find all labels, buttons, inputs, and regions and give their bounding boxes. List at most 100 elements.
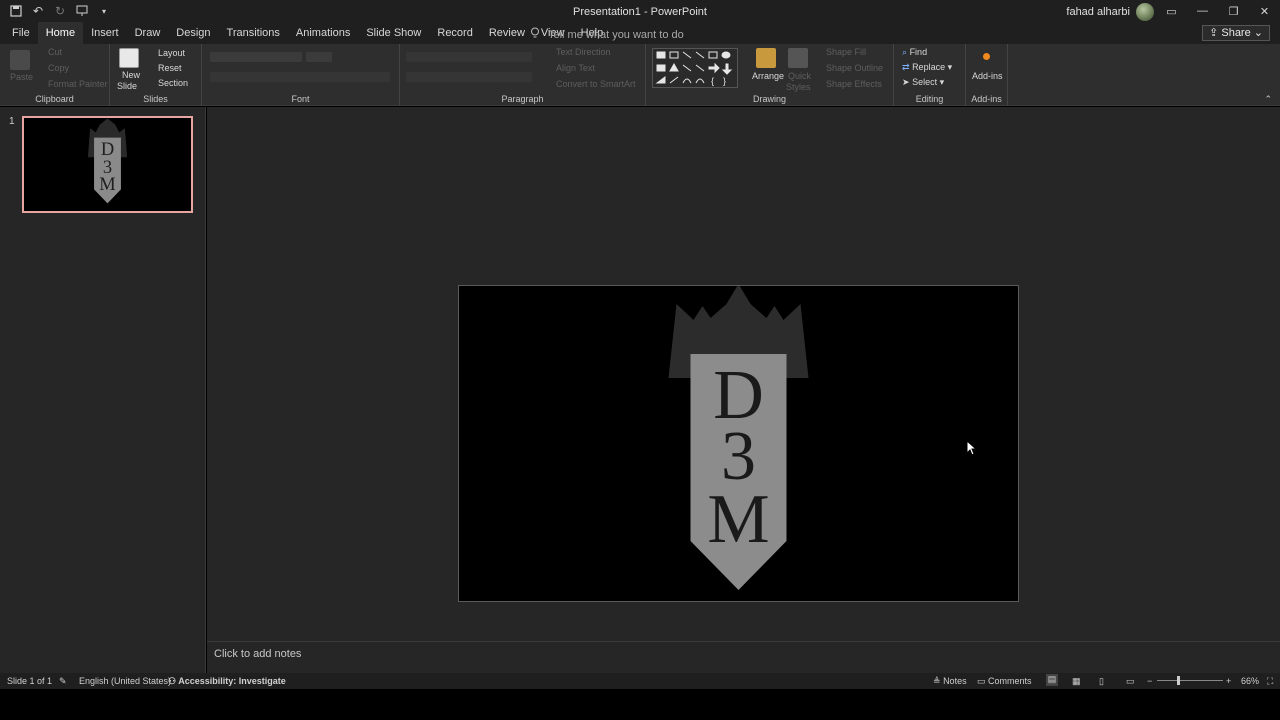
copy-button[interactable]: Copy (48, 63, 69, 73)
tab-record[interactable]: Record (429, 22, 480, 44)
notes-icon: ≜ (933, 676, 941, 686)
arrange-button[interactable]: Arrange (752, 71, 784, 81)
tab-review[interactable]: Review (481, 22, 533, 44)
slide-sorter-icon[interactable]: ▦ (1072, 676, 1081, 687)
ribbon-tabs-row: File Home Insert Draw Design Transitions… (0, 22, 1280, 44)
addins-icon[interactable] (983, 53, 990, 60)
new-slide-button-line2[interactable]: Slide (117, 81, 137, 91)
svg-text:{: { (711, 76, 714, 86)
convert-smartart-button[interactable]: Convert to SmartArt (556, 79, 636, 89)
fit-to-window-icon[interactable]: ⛶ (1267, 676, 1273, 687)
tab-transitions[interactable]: Transitions (219, 22, 288, 44)
layout-button[interactable]: Layout (158, 48, 185, 58)
share-button[interactable]: ⇪ Share ⌄ (1202, 25, 1270, 41)
title-bar: ↶ ↻ ▾ Presentation1 - PowerPoint fahad a… (0, 0, 1280, 22)
clipboard-label: Clipboard (35, 94, 74, 104)
cut-button[interactable]: Cut (48, 47, 62, 57)
notes-button[interactable]: ≜ Notes (933, 676, 967, 687)
clipboard-group: Paste Cut Copy Format Painter Clipboard (0, 44, 110, 106)
slide-count: Slide 1 of 1 (7, 676, 53, 686)
find-button[interactable]: ⌕ Find (902, 47, 927, 58)
language-status[interactable]: English (United States) (79, 676, 171, 686)
slide-canvas[interactable]: D 3 M (458, 284, 1019, 602)
svg-text:3: 3 (103, 157, 112, 177)
svg-text:D: D (101, 139, 114, 159)
notes-placeholder: Click to add notes (214, 648, 302, 660)
minimize-icon[interactable]: — (1187, 0, 1218, 22)
editing-group: ⌕ Find ⇄ Replace ▾ ➤ Select ▾ Editing (894, 44, 966, 106)
mouse-cursor-icon (966, 440, 978, 456)
slide-number: 1 (9, 116, 15, 127)
replace-icon: ⇄ (902, 62, 910, 72)
new-slide-button[interactable]: New (122, 70, 140, 80)
restore-icon[interactable]: ❐ (1218, 0, 1249, 22)
svg-text:}: } (723, 76, 726, 86)
user-name[interactable]: fahad alharbi (1066, 6, 1130, 18)
chevron-down-icon: ▾ (947, 62, 953, 72)
list-controls[interactable] (406, 52, 532, 62)
paste-icon[interactable] (10, 50, 30, 70)
tab-design[interactable]: Design (168, 22, 218, 44)
drawing-group: {} Arrange Quick Styles Shape Fill Shape… (646, 44, 894, 106)
tab-insert[interactable]: Insert (83, 22, 127, 44)
zoom-slider[interactable] (1157, 680, 1223, 681)
quick-styles-icon[interactable] (788, 48, 808, 68)
shape-effects-button[interactable]: Shape Effects (826, 79, 882, 89)
ribbon-display-icon[interactable]: ▭ (1156, 0, 1187, 22)
normal-view-icon[interactable]: ▤ (1046, 674, 1058, 686)
font-family-select[interactable] (210, 52, 302, 62)
chevron-down-icon: ▾ (939, 77, 945, 87)
zoom-slider-thumb[interactable] (1177, 676, 1180, 685)
comment-icon: ▭ (977, 676, 986, 686)
addins-button[interactable]: Add-ins (972, 71, 1003, 81)
zoom-in-icon[interactable]: + (1226, 676, 1231, 686)
editing-label: Editing (915, 94, 944, 104)
accessibility-icon: ⚇ (168, 676, 177, 686)
notes-pane[interactable]: Click to add notes (207, 641, 1280, 673)
addins-group: Add-ins Add-ins (966, 44, 1008, 106)
accessibility-status[interactable]: ⚇ Accessibility: Investigate (168, 676, 286, 687)
slides-label: Slides (143, 94, 168, 104)
spellcheck-icon[interactable]: ✎ (59, 676, 67, 687)
tab-animations[interactable]: Animations (288, 22, 358, 44)
new-slide-icon[interactable] (119, 48, 139, 68)
format-painter-button[interactable]: Format Painter (48, 79, 108, 89)
paste-button[interactable]: Paste (10, 72, 33, 82)
text-direction-button[interactable]: Text Direction (556, 47, 611, 57)
quick-styles-button-line2[interactable]: Styles (786, 82, 811, 92)
d3m-logo[interactable]: D 3 M (459, 284, 1018, 601)
shapes-gallery[interactable]: {} (652, 48, 738, 88)
taskbar-area (0, 689, 1280, 720)
logo-letter-m: M (707, 481, 769, 558)
drawing-label: Drawing (752, 94, 786, 104)
select-button[interactable]: ➤ Select ▾ (902, 77, 944, 88)
slide-thumbnail[interactable]: D 3 M (22, 116, 193, 213)
reading-view-icon[interactable]: ▯ (1099, 676, 1104, 687)
reset-button[interactable]: Reset (158, 63, 182, 73)
arrange-icon[interactable] (756, 48, 776, 68)
tell-me-search[interactable]: Tell me what you want to do (530, 27, 684, 42)
slide-thumbnail-logo: D 3 M (87, 118, 128, 204)
tab-slide-show[interactable]: Slide Show (358, 22, 429, 44)
font-format-row[interactable] (210, 72, 390, 82)
tab-file[interactable]: File (4, 22, 38, 44)
shape-outline-button[interactable]: Shape Outline (826, 63, 883, 73)
slideshow-view-icon[interactable]: ▭ (1126, 676, 1135, 687)
avatar[interactable] (1136, 3, 1154, 21)
tab-home[interactable]: Home (37, 22, 84, 44)
tab-draw[interactable]: Draw (127, 22, 169, 44)
replace-button[interactable]: ⇄ Replace ▾ (902, 62, 952, 73)
lightbulb-icon (530, 27, 540, 42)
align-text-button[interactable]: Align Text (556, 63, 595, 73)
section-button[interactable]: Section (158, 78, 188, 88)
zoom-level[interactable]: 66% (1241, 676, 1259, 686)
collapse-ribbon-icon[interactable]: ⌃ (1264, 94, 1272, 105)
paragraph-group: Text Direction Align Text Convert to Sma… (400, 44, 646, 106)
font-size-select[interactable] (306, 52, 332, 62)
quick-styles-button[interactable]: Quick (788, 71, 811, 81)
close-icon[interactable]: ✕ (1249, 0, 1280, 22)
shape-fill-button[interactable]: Shape Fill (826, 47, 866, 57)
alignment-controls[interactable] (406, 72, 532, 82)
zoom-out-icon[interactable]: − (1147, 676, 1152, 686)
comments-button[interactable]: ▭ Comments (977, 676, 1032, 687)
